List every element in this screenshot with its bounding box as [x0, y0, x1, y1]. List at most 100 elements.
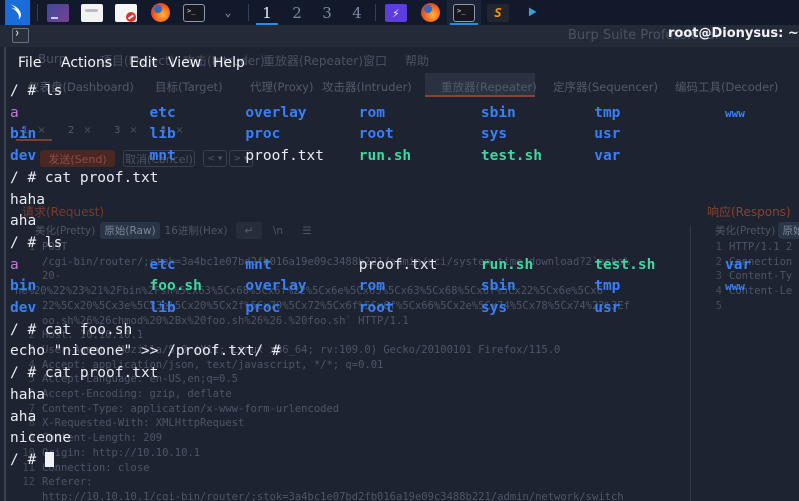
terminal-ls-entry: rom: [358, 278, 385, 295]
terminal-ls-entry: run.sh: [480, 256, 534, 273]
terminal-window: root@Dionysus: ~ File Actions Edit View Help…: [0, 25, 799, 501]
terminal-window-title: root@Dionysus: ~: [668, 26, 799, 41]
firefox-icon: [150, 3, 170, 22]
workspace-3[interactable]: 3: [312, 0, 342, 25]
terminal-ls-entry: proc: [245, 300, 281, 317]
terminal-ls-entry: tmp: [594, 104, 621, 121]
terminal-icon: >_: [183, 3, 205, 22]
firefox-window-icon: [420, 3, 440, 22]
terminal-ls-entry: usr: [594, 126, 621, 143]
terminal-prompt-line: / # cat proof.txt: [10, 169, 159, 186]
terminal-ls-row: dev mnt proof.txt run.sh test.sh var: [10, 146, 799, 168]
file-manager-icon: [47, 3, 69, 22]
taskbar-separator-1: [37, 4, 38, 21]
taskbar-separator-2: [248, 4, 249, 21]
terminal-icon-button[interactable]: >_: [177, 0, 211, 25]
desktop: Burp Suite Professional Burp 项目(Project) 攻…: [0, 0, 799, 501]
terminal-ls-entry: sbin: [480, 104, 516, 121]
zap-task-button[interactable]: ⚡: [379, 0, 413, 25]
terminal-menubar[interactable]: File Actions Edit View Help: [0, 55, 799, 77]
terminal-ls-entry: proof.txt: [358, 256, 438, 273]
terminal-output-line: echo "niceone" >> /proof.txt/ #: [10, 343, 281, 360]
menu-file[interactable]: File: [18, 55, 41, 71]
terminal-ls-entry: sys: [480, 300, 508, 317]
terminal-ls-entry: dev: [10, 148, 37, 165]
menu-edit[interactable]: Edit: [130, 55, 157, 71]
terminal-ls-entry: overlay: [245, 278, 307, 295]
terminal-ls-row: a etc mnt proof.txt run.sh test.sh var: [10, 255, 799, 277]
terminal-ls-entry: var: [725, 256, 752, 273]
terminal-ls-entry: proof.txt: [245, 148, 324, 165]
terminal-prompt-line: / # cat foo.sh: [10, 321, 133, 338]
terminal-ls-entry: usr: [594, 300, 621, 317]
workspace-4[interactable]: 4: [342, 0, 372, 25]
text-editor-icon: [81, 3, 103, 22]
terminal-ls-entry: www: [725, 280, 745, 294]
terminal-ls-row: bin foo.sh overlay rom sbin tmp www: [10, 276, 799, 298]
terminal-ls-entry: rom: [358, 104, 385, 121]
taskbar-launchers[interactable]: >_: [41, 0, 211, 25]
terminal-ls-entry: a: [10, 104, 19, 121]
terminal-prompt-line: / # ls: [10, 234, 63, 251]
terminal-prompt-line: / #: [10, 450, 799, 472]
window-list[interactable]: ⚡ >_ S ⯈: [379, 0, 549, 25]
workspace-1[interactable]: 1: [252, 0, 282, 25]
sublime-text-icon: S: [487, 3, 509, 22]
kali-menu-button[interactable]: [0, 0, 34, 25]
document-blocked-icon: [115, 3, 137, 22]
terminal-output-line: haha: [10, 386, 45, 403]
terminal-ls-entry: mnt: [245, 256, 272, 273]
terminal-ls-entry: run.sh: [358, 148, 412, 165]
terminal-ls-entry: overlay: [245, 104, 307, 121]
terminal-ls-entry: a: [10, 256, 19, 273]
zap-icon: ⚡: [385, 3, 407, 22]
terminal-window-task-button[interactable]: >_: [447, 0, 481, 25]
terminal-output-line: aha: [10, 408, 37, 425]
terminal-ls-entry: proc: [245, 126, 281, 143]
menu-view[interactable]: View: [168, 55, 201, 71]
vscode-icon: ⯈: [525, 2, 539, 22]
terminal-ls-entry: bin: [10, 126, 37, 143]
launcher-dropdown-button[interactable]: ⌄: [211, 0, 245, 25]
terminal-ls-entry: dev: [10, 300, 37, 317]
terminal-icon: [12, 28, 29, 43]
terminal-prompt-line: / # ls: [10, 83, 63, 99]
text-editor-icon-button[interactable]: [75, 0, 109, 25]
terminal-ls-entry: foo.sh: [149, 278, 202, 295]
workspace-2[interactable]: 2: [282, 0, 312, 25]
terminal-window-icon: >_: [453, 3, 475, 22]
terminal-ls-row: bin lib proc root sys usr: [10, 124, 799, 146]
terminal-ls-entry: bin: [10, 278, 37, 295]
terminal-ls-entry: test.sh: [594, 256, 656, 273]
terminal-ls-entry: tmp: [594, 278, 621, 295]
terminal-ls-entry: lib: [149, 300, 176, 317]
terminal-ls-entry: root: [358, 300, 394, 317]
menu-actions[interactable]: Actions: [61, 55, 112, 71]
terminal-ls-entry: etc: [149, 256, 176, 273]
terminal-output-line: haha: [10, 191, 45, 208]
taskbar-separator-3: [375, 4, 376, 21]
terminal-output-line: niceone: [10, 430, 72, 447]
terminal-ls-entry: sbin: [480, 278, 516, 295]
vscode-task-button[interactable]: ⯈: [515, 0, 549, 25]
terminal-cursor: [44, 451, 54, 467]
menu-help[interactable]: Help: [213, 55, 245, 71]
firefox-window-task-button[interactable]: [413, 0, 447, 25]
sublime-text-task-button[interactable]: S: [481, 0, 515, 25]
terminal-ls-entry: root: [358, 126, 394, 143]
terminal-ls-entry: lib: [149, 126, 176, 143]
firefox-icon-button[interactable]: [143, 0, 177, 25]
workspace-switcher[interactable]: 1234: [252, 0, 372, 25]
file-manager-icon-button[interactable]: [41, 0, 75, 25]
terminal-ls-row: a etc overlay rom sbin tmp www: [10, 103, 799, 125]
chevron-down-icon: ⌄: [224, 6, 232, 19]
terminal-output-line: aha: [10, 213, 37, 230]
terminal-prompt-line: / # cat proof.txt: [10, 365, 159, 382]
terminal-screen[interactable]: / # ls a etc overlay rom sbin tmp www bin lib proc…: [10, 81, 799, 501]
terminal-ls-row: dev lib proc root sys usr: [10, 298, 799, 320]
terminal-ls-entry: var: [594, 148, 621, 165]
taskbar: >_ ⌄ 1234 ⚡ >_ S ⯈: [0, 0, 799, 25]
document-blocked-icon-button[interactable]: [109, 0, 143, 25]
kali-dragon-icon: [4, 0, 30, 25]
terminal-ls-entry: sys: [480, 126, 508, 143]
